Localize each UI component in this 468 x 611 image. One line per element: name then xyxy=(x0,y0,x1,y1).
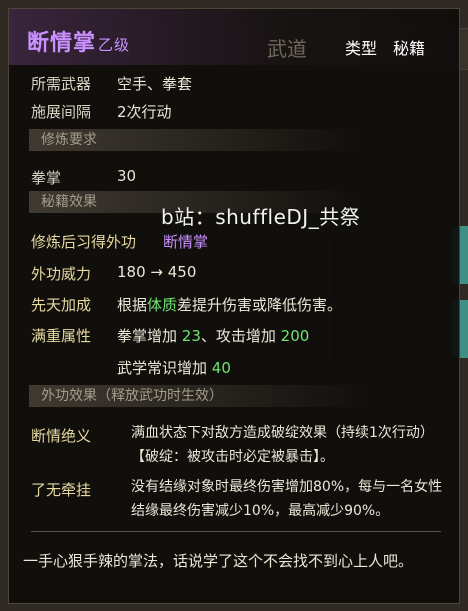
req-skill-label: 拳掌 xyxy=(31,169,62,187)
learn-label: 修炼后习得外功 xyxy=(31,233,137,251)
full-line2: 武学常识增加 40 xyxy=(117,359,231,377)
weapon-label: 所需武器 xyxy=(31,75,92,93)
requirement-section: 修炼要求 xyxy=(29,129,359,151)
power-value: 180 → 450 xyxy=(117,263,197,281)
innate-highlight: 体质 xyxy=(147,296,178,314)
req-skill-value: 30 xyxy=(117,167,137,185)
effect2-label: 了无牵挂 xyxy=(31,481,92,499)
skill-title: 断情掌 乙级 xyxy=(27,31,131,56)
innate-label: 先天加成 xyxy=(31,296,92,314)
full-line1: 拳掌增加 23、攻击增加 200 xyxy=(117,327,310,345)
full-label: 满重属性 xyxy=(31,327,92,345)
header-tab-ghost: 武道 xyxy=(267,37,307,61)
effect1-text: 满血状态下对敌方造成破绽效果（持续1次行动）【破绽：被攻击时必定被暴击】。 xyxy=(131,425,434,465)
learn-value: 断情掌 xyxy=(163,233,209,251)
power-label: 外功威力 xyxy=(31,265,92,283)
innate-text: 根据体质差提升伤害或降低伤害。 xyxy=(117,296,343,314)
external-effect-section: 外功效果（释放武功时生效） xyxy=(29,385,369,407)
weapon-value: 空手、拳套 xyxy=(117,75,193,93)
watermark-text: b站：shuffleDJ_共祭 xyxy=(161,205,361,229)
header-category-value: 秘籍 xyxy=(393,39,426,58)
skill-tooltip: 断情掌 乙级 武道 类型 秘籍 所需武器 空手、拳套 施展间隔 2次行动 修炼要求… xyxy=(8,8,460,604)
divider xyxy=(31,531,441,532)
flavor-text: 一手心狠手辣的掌法，话说学了这个不会找不到心上人吧。 xyxy=(23,552,414,570)
interval-label: 施展间隔 xyxy=(31,103,92,121)
skill-grade: 乙级 xyxy=(98,36,131,54)
effect1-label: 断情绝义 xyxy=(31,427,92,445)
header-type-label: 类型 xyxy=(345,39,378,58)
effect2-text: 没有结缘对象时最终伤害增加80%，每与一名女性结缘最终伤害减少10%，最高减少9… xyxy=(131,479,443,519)
interval-value: 2次行动 xyxy=(117,103,172,121)
